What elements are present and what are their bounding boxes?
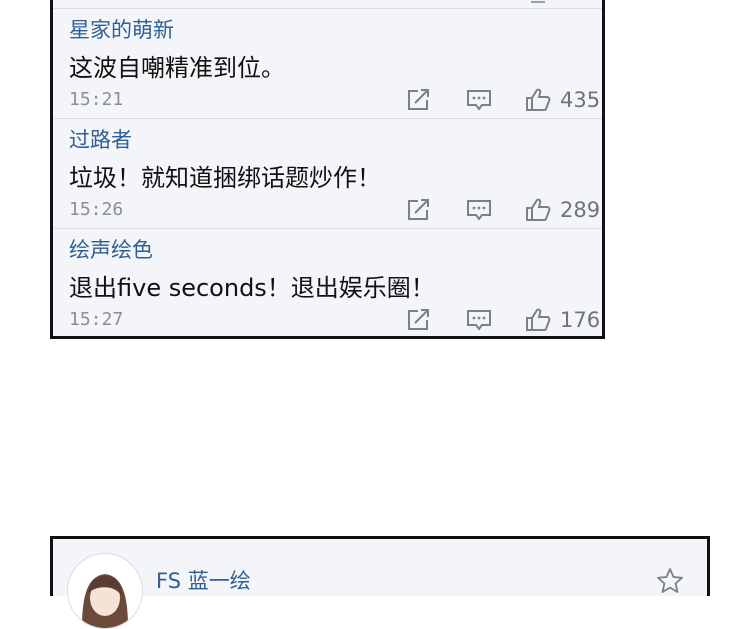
thumbs-up-icon[interactable] bbox=[525, 88, 551, 112]
comment-divider bbox=[53, 8, 602, 9]
like-count: 289 bbox=[560, 198, 601, 222]
comment-time: 15:27 bbox=[69, 309, 124, 330]
comment-divider bbox=[53, 118, 602, 119]
comment-icon[interactable] bbox=[466, 308, 492, 332]
comment-item: 绘声绘色 退出five seconds！退出娱乐圈！ 15:27 176 bbox=[53, 228, 602, 338]
like-count: 176 bbox=[560, 308, 601, 332]
comment-time: 15:26 bbox=[69, 199, 124, 220]
star-icon[interactable] bbox=[656, 567, 684, 595]
comment-icon[interactable] bbox=[466, 88, 492, 112]
comment-username[interactable]: 星家的萌新 bbox=[69, 14, 174, 44]
thumbs-up-icon[interactable] bbox=[525, 308, 551, 332]
comment-text: 这波自嘲精准到位。 bbox=[69, 54, 285, 82]
comment-username[interactable]: 过路者 bbox=[69, 124, 132, 154]
comment-time: 15:21 bbox=[69, 89, 124, 110]
share-icon[interactable] bbox=[405, 198, 431, 222]
comment-panel: 星家的萌新 这波自嘲精准到位。 15:21 435 过路者 垃圾！就知道捆绑话题… bbox=[50, 0, 605, 339]
avatar[interactable] bbox=[67, 553, 143, 629]
comment-divider bbox=[53, 228, 602, 229]
share-icon[interactable] bbox=[405, 308, 431, 332]
previous-comment-fragment bbox=[53, 0, 602, 8]
comment-icon[interactable] bbox=[466, 198, 492, 222]
comment-username[interactable]: 绘声绘色 bbox=[69, 234, 153, 264]
next-post-panel: FS 蓝一绘 bbox=[50, 536, 710, 629]
comment-text: 退出five seconds！退出娱乐圈！ bbox=[69, 274, 435, 302]
share-icon[interactable] bbox=[405, 88, 431, 112]
comment-item: 过路者 垃圾！就知道捆绑话题炒作！ 15:26 289 bbox=[53, 118, 602, 228]
comment-text: 垃圾！就知道捆绑话题炒作！ bbox=[69, 164, 381, 192]
post-username[interactable]: FS 蓝一绘 bbox=[156, 565, 251, 595]
thumbs-up-icon[interactable] bbox=[525, 198, 551, 222]
comment-item: 星家的萌新 这波自嘲精准到位。 15:21 435 bbox=[53, 8, 602, 118]
like-count: 435 bbox=[560, 88, 601, 112]
